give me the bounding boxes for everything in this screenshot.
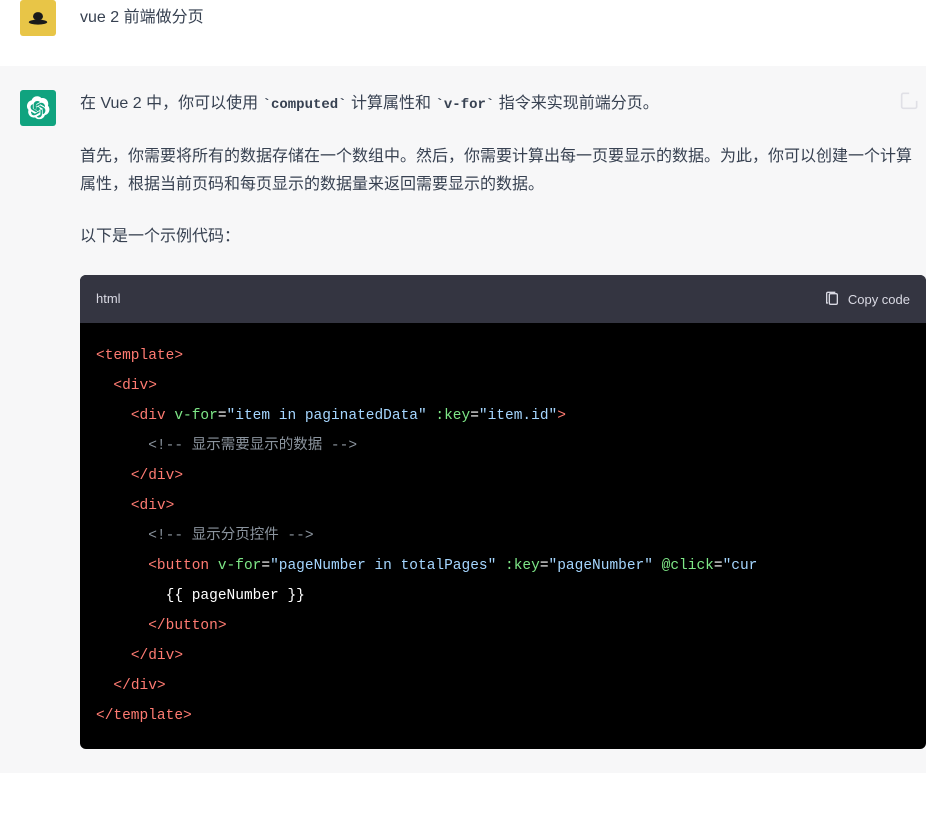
inline-code-computed: `computed`	[263, 97, 347, 113]
assistant-message-row: 在 Vue 2 中，你可以使用 `computed` 计算属性和 `v-for`…	[0, 66, 926, 773]
p1-mid: 计算属性和	[347, 95, 436, 112]
clipboard-icon	[824, 291, 840, 307]
user-text: vue 2 前端做分页	[80, 0, 906, 32]
p1-pre: 在 Vue 2 中，你可以使用	[80, 95, 263, 112]
edit-icon[interactable]	[900, 90, 920, 110]
code-language-label: html	[96, 285, 121, 313]
hat-icon	[28, 11, 48, 25]
openai-icon	[26, 96, 50, 120]
copy-label: Copy code	[848, 292, 910, 307]
copy-code-button[interactable]: Copy code	[824, 291, 910, 307]
code-block: html Copy code <template> <div> <div v-f…	[80, 275, 926, 749]
assistant-avatar	[20, 90, 56, 126]
code-header: html Copy code	[80, 275, 926, 323]
user-message-row: vue 2 前端做分页	[0, 0, 926, 66]
assistant-p2: 首先，你需要将所有的数据存储在一个数组中。然后，你需要计算出每一页要显示的数据。…	[80, 143, 926, 199]
assistant-content: 在 Vue 2 中，你可以使用 `computed` 计算属性和 `v-for`…	[80, 90, 926, 749]
user-content: vue 2 前端做分页	[80, 0, 926, 36]
code-body: <template> <div> <div v-for="item in pag…	[80, 323, 926, 749]
user-avatar	[20, 0, 56, 36]
inline-code-vfor: `v-for`	[435, 97, 494, 113]
p1-post: 指令来实现前端分页。	[494, 95, 658, 112]
assistant-p3: 以下是一个示例代码：	[80, 223, 926, 251]
assistant-p1: 在 Vue 2 中，你可以使用 `computed` 计算属性和 `v-for`…	[80, 90, 926, 119]
